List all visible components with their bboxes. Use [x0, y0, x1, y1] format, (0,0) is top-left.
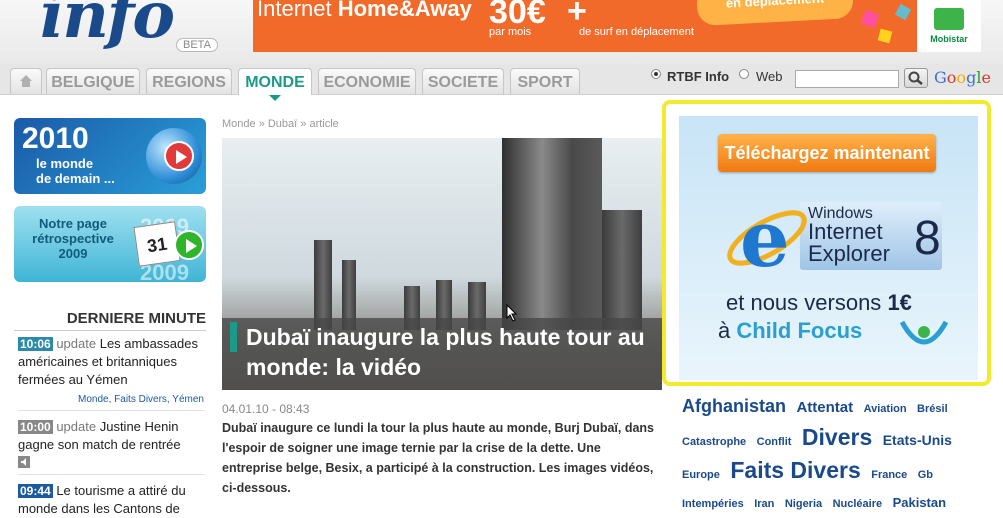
child-focus-logo-icon [899, 320, 949, 345]
radio-rtbf-info[interactable] [651, 69, 661, 79]
tag-link[interactable]: Etats-Unis [883, 432, 952, 448]
banner-title: Internet Home&Away [257, 0, 472, 21]
ie-logo-icon: e [727, 196, 807, 278]
tag-cloud: Afghanistan Attentat Aviation Brésil Cat… [682, 392, 982, 518]
news-time: 10:06 [18, 337, 53, 351]
play-icon [164, 141, 194, 171]
search-icon [908, 71, 923, 85]
decor-square [861, 10, 879, 28]
ie-version: 8 [914, 212, 941, 265]
search-input[interactable] [795, 70, 899, 88]
tag-link[interactable]: Nucléaire [833, 498, 883, 510]
news-time: 10:00 [18, 420, 53, 434]
tag-link[interactable]: Faits Divers [730, 457, 860, 483]
banner-sub-price: par mois [489, 26, 532, 38]
mouse-cursor-icon [506, 304, 518, 322]
tab-home[interactable] [10, 68, 42, 94]
tag-link[interactable]: France [871, 469, 907, 481]
news-time: 09:44 [18, 484, 53, 498]
decor-square [894, 3, 912, 21]
news-item[interactable]: 10:06 update Les ambassades américaines … [18, 335, 204, 389]
radio-web[interactable] [739, 69, 749, 79]
tab-monde[interactable]: MONDE [238, 68, 312, 101]
news-kind: update [56, 419, 97, 434]
search-button[interactable] [904, 68, 928, 88]
headline-accent-bar [230, 322, 237, 352]
decor-square [877, 28, 893, 44]
promo-retrospective[interactable]: 20092009 Notre page rétrospective 2009 3… [14, 206, 206, 282]
ie-name-text: Internet Explorer [808, 219, 890, 266]
tag-link[interactable]: Conflit [757, 436, 792, 448]
tab-societe[interactable]: SOCIETE [422, 68, 504, 94]
site-logo[interactable]: info [40, 0, 175, 53]
news-tags[interactable]: Monde, Faits Divers, Yémen [18, 394, 204, 405]
building [314, 240, 332, 330]
tag-link[interactable]: Aviation [864, 403, 907, 415]
radio-rtbf-info-label[interactable]: RTBF Info [667, 69, 729, 84]
article-headline[interactable]: Dubaï inaugure la plus haute tour au mon… [246, 322, 656, 382]
article-lead: Dubaï inaugure ce lundi la tour la plus … [222, 421, 654, 495]
banner-pill: en déplacement [696, 0, 854, 27]
tag-link[interactable]: Iran [754, 498, 774, 510]
derniere-minute-title: DERNIERE MINUTE [14, 310, 206, 331]
speaker-icon[interactable] [18, 456, 30, 468]
promo-2010[interactable]: 2010 le monde de demain ... [14, 118, 206, 194]
radio-web-label[interactable]: Web [756, 69, 783, 84]
tab-regions[interactable]: REGIONS [146, 68, 232, 94]
promo-retro-text: Notre page rétrospective 2009 [32, 216, 114, 261]
tag-link[interactable]: Gb [918, 469, 933, 481]
promo-2010-text: le monde de demain ... [36, 156, 115, 186]
tag-link[interactable]: Attentat [796, 399, 853, 416]
ad-line-2: à Child Focus [718, 318, 863, 343]
tag-link[interactable]: Brésil [917, 403, 948, 415]
news-item[interactable]: 10:00 update Justine Henin gagne son mat… [18, 418, 204, 454]
divider [18, 410, 204, 411]
promo-2010-year: 2010 [22, 122, 89, 155]
tag-link[interactable]: Nigeria [785, 498, 822, 510]
beta-badge: BETA [176, 38, 218, 52]
tag-link[interactable]: Afghanistan [682, 396, 786, 416]
burj-tower [502, 138, 602, 330]
news-item[interactable]: 09:44 Le tourisme a attiré du monde dans… [18, 482, 204, 518]
google-logo: Google [934, 68, 991, 87]
svg-text:e: e [740, 196, 790, 278]
download-button[interactable]: Téléchargez maintenant [718, 134, 936, 172]
tab-economie[interactable]: ECONOMIE [318, 68, 416, 94]
tab-sport[interactable]: SPORT [510, 68, 580, 94]
tag-link[interactable]: Pakistan [893, 495, 946, 510]
tag-link[interactable]: Europe [682, 469, 720, 481]
tag-link[interactable]: Intempéries [682, 498, 744, 510]
divider [18, 474, 204, 475]
tag-link[interactable]: Catastrophe [682, 436, 746, 448]
home-icon [20, 75, 32, 87]
breadcrumb[interactable]: Monde » Dubaï » article [222, 118, 339, 130]
ad-line-1: et nous versons 1€ [726, 290, 912, 315]
tag-link[interactable]: Divers [802, 424, 872, 450]
building [602, 210, 642, 330]
ad-banner-top[interactable]: Internet Home&Away 30€ + par mois de sur… [253, 0, 981, 52]
news-kind: update [56, 336, 97, 351]
play-icon [174, 230, 204, 260]
article-date: 04.01.10 - 08:43 [222, 402, 310, 416]
banner-sub-surf: de surf en déplacement [579, 26, 694, 38]
mobistar-logo: Mobistar [917, 0, 981, 52]
tab-belgique[interactable]: BELGIQUE [46, 68, 140, 94]
